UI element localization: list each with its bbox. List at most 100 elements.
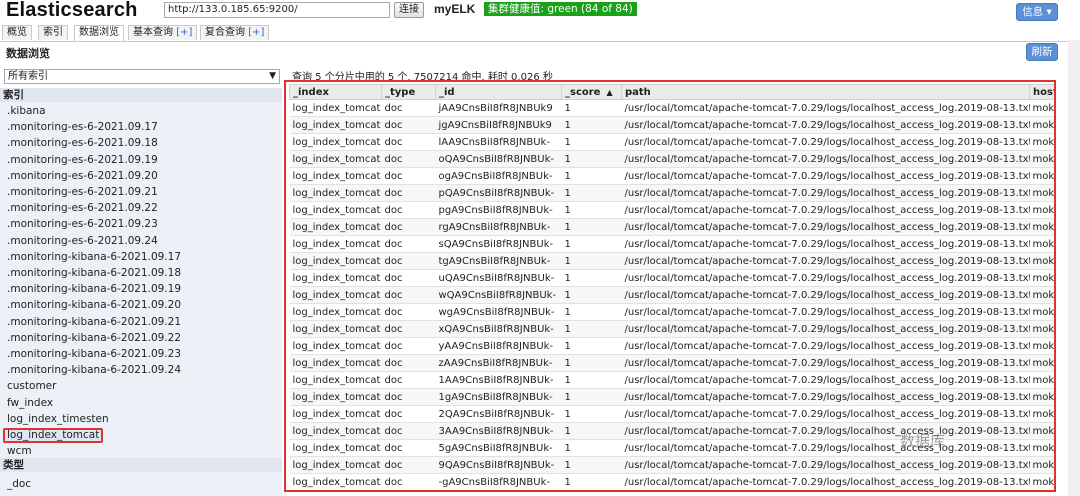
info-dropdown-button[interactable]: 信息 ▾	[1016, 3, 1058, 21]
table-row[interactable]: log_index_tomcat doc zAA9CnsBiI8fR8JNBUk- 1…	[289, 354, 1054, 372]
table-row[interactable]: log_index_tomcat doc pQA9CnsBiI8fR8JNBUk- 1…	[289, 184, 1054, 202]
index-select[interactable]: 所有索引 ▼	[4, 69, 280, 84]
sidebar-index-item[interactable]: .monitoring-kibana-6-2021.09.19	[7, 282, 181, 296]
cell-id: lAA9CnsBiI8fR8JNBUk-	[435, 133, 562, 151]
table-row[interactable]: log_index_tomcat doc wQA9CnsBiI8fR8JNBUk- 1…	[289, 286, 1054, 304]
table-row[interactable]: log_index_tomcat doc ogA9CnsBiI8fR8JNBUk- 1…	[289, 167, 1054, 185]
cell-path: /usr/local/tomcat/apache-tomcat-7.0.29/l…	[621, 99, 1030, 117]
cell-host: moka	[1029, 320, 1054, 338]
cell-score: 1	[561, 218, 622, 236]
table-row[interactable]: log_index_tomcat doc jgA9CnsBiI8fR8JNBUk9 1…	[289, 116, 1054, 134]
column-header-score[interactable]: _score ▲	[561, 84, 622, 100]
sidebar-index-item[interactable]: .monitoring-es-6-2021.09.24	[7, 234, 158, 248]
table-row[interactable]: log_index_tomcat doc jAA9CnsBiI8fR8JNBUk9 1…	[289, 99, 1054, 117]
table-row[interactable]: log_index_tomcat doc yAA9CnsBiI8fR8JNBUk- 1…	[289, 337, 1054, 355]
cell-index: log_index_tomcat	[289, 252, 382, 270]
table-row[interactable]: log_index_tomcat doc uQA9CnsBiI8fR8JNBUk- 1…	[289, 269, 1054, 287]
table-row[interactable]: log_index_tomcat doc 2QA9CnsBiI8fR8JNBUk- 1…	[289, 405, 1054, 423]
sidebar-index-item[interactable]: .monitoring-kibana-6-2021.09.21	[7, 315, 181, 329]
table-row[interactable]: log_index_tomcat doc lAA9CnsBiI8fR8JNBUk- 1…	[289, 133, 1054, 151]
table-row[interactable]: log_index_tomcat doc sQA9CnsBiI8fR8JNBUk- 1…	[289, 235, 1054, 253]
sidebar-index-item[interactable]: .monitoring-kibana-6-2021.09.18	[7, 266, 181, 280]
table-row[interactable]: log_index_tomcat doc 1gA9CnsBiI8fR8JNBUk- 1…	[289, 388, 1054, 406]
sidebar-index-item[interactable]: log_index_timesten	[7, 412, 109, 426]
sidebar-index-item[interactable]: customer	[7, 379, 56, 393]
sidebar-index-item[interactable]: .kibana	[7, 104, 46, 118]
sidebar-index-item[interactable]: .monitoring-es-6-2021.09.18	[7, 136, 158, 150]
sidebar-index-item[interactable]: .monitoring-kibana-6-2021.09.23	[7, 347, 181, 361]
cell-index: log_index_tomcat	[289, 150, 382, 168]
table-row[interactable]: log_index_tomcat doc 1AA9CnsBiI8fR8JNBUk- 1…	[289, 371, 1054, 389]
cluster-name: myELK	[434, 2, 476, 16]
sidebar-index-item[interactable]: .monitoring-kibana-6-2021.09.20	[7, 298, 181, 312]
cell-host: moka	[1029, 422, 1054, 440]
column-header-path[interactable]: path	[621, 84, 1030, 100]
sidebar-index-item[interactable]: .monitoring-es-6-2021.09.17	[7, 120, 158, 134]
sidebar-index-item[interactable]: .monitoring-es-6-2021.09.23	[7, 217, 158, 231]
cell-path: /usr/local/tomcat/apache-tomcat-7.0.29/l…	[621, 252, 1030, 270]
column-header-type[interactable]: _type	[381, 84, 436, 100]
tab-basic-query[interactable]: 基本查询 [+]	[128, 25, 198, 40]
cell-score: 1	[561, 201, 622, 219]
tab-label: 索引	[43, 27, 63, 38]
table-row[interactable]: log_index_tomcat doc tgA9CnsBiI8fR8JNBUk- 1…	[289, 252, 1054, 270]
tab-data-browse[interactable]: 数据浏览	[74, 25, 124, 41]
page-scrollbar[interactable]	[1068, 40, 1080, 496]
cell-score: 1	[562, 491, 622, 493]
table-row[interactable]: log_index_tomcat doc oQA9CnsBiI8fR8JNBUk- 1…	[289, 150, 1054, 168]
table-row[interactable]: log_index_tomcat doc wgA9CnsBiI8fR8JNBUk- 1…	[289, 303, 1054, 321]
cell-type: doc	[381, 371, 436, 389]
sidebar-index-item[interactable]: .monitoring-kibana-6-2021.09.22	[7, 331, 181, 345]
table-row[interactable]: log_index_tomcatdoc_QA9CnsBiI8fR8JNBUk-1…	[290, 491, 1057, 493]
cell-id: rgA9CnsBiI8fR8JNBUk-	[435, 218, 562, 236]
cell-type: doc	[381, 354, 436, 372]
column-header-host[interactable]: host	[1029, 84, 1054, 100]
sidebar-type-item[interactable]: _doc	[7, 477, 31, 491]
url-input[interactable]: http://133.0.185.65:9200/	[164, 2, 390, 18]
sidebar-index-item[interactable]: .monitoring-es-6-2021.09.21	[7, 185, 158, 199]
table-row[interactable]: log_index_tomcat doc -gA9CnsBiI8fR8JNBUk- 1…	[289, 473, 1054, 490]
watermark-text: 数据库	[900, 432, 946, 450]
cell-path: /usr/local/tomcat/apache-tomcat-7.0.29/l…	[621, 150, 1030, 168]
cell-path: /usr/local/tomcat/apache-tomcat-7.0.29/l…	[621, 286, 1030, 304]
cell-type: doc	[381, 201, 436, 219]
cell-id: sQA9CnsBiI8fR8JNBUk-	[435, 235, 562, 253]
table-row[interactable]: log_index_tomcat doc rgA9CnsBiI8fR8JNBUk- 1…	[289, 218, 1054, 236]
cell-index: log_index_tomcat	[289, 405, 382, 423]
sidebar-index-item[interactable]: .monitoring-es-6-2021.09.19	[7, 153, 158, 167]
cell-path: /usr/local/tomcat/apache-tomcat-7.0.29/l…	[621, 184, 1030, 202]
connect-button[interactable]: 连接	[394, 2, 424, 18]
cell-index: log_index_tomcat	[289, 456, 382, 474]
cell-id: -gA9CnsBiI8fR8JNBUk-	[435, 473, 562, 490]
sidebar-index-item[interactable]: .monitoring-es-6-2021.09.20	[7, 169, 158, 183]
cell-type: doc	[381, 320, 436, 338]
sidebar-index-item[interactable]: log_index_tomcat	[3, 428, 104, 443]
cell-path: /usr/local/tomcat/apache-tomcat-7.0.29/l…	[621, 303, 1030, 321]
cell-id: _QA9CnsBiI8fR8JNBUk-	[436, 491, 562, 493]
table-row[interactable]: log_index_tomcat doc 9QA9CnsBiI8fR8JNBUk- 1…	[289, 456, 1054, 474]
table-row[interactable]: log_index_tomcat doc xQA9CnsBiI8fR8JNBUk- 1…	[289, 320, 1054, 338]
cell-score: 1	[561, 167, 622, 185]
cell-path: /usr/local/tomcat/apache-tomcat-7.0.29/l…	[621, 388, 1030, 406]
refresh-button[interactable]: 刷新	[1026, 43, 1058, 61]
sidebar-index-item[interactable]: fw_index	[7, 396, 53, 410]
sidebar-index-item[interactable]: .monitoring-es-6-2021.09.22	[7, 201, 158, 215]
tab-overview[interactable]: 概览	[2, 25, 32, 40]
cell-index: log_index_tomcat	[289, 116, 382, 134]
cell-score: 1	[561, 354, 622, 372]
cell-path: /usr/local/tomcat/apache-tomcat-7.0.29/l…	[621, 235, 1030, 253]
sidebar-index-item[interactable]: wcm	[7, 444, 32, 458]
cell-host: moka	[1029, 269, 1054, 287]
cell-path: /usr/local/tomcat/apache-tomcat-7.0.29/l…	[621, 320, 1030, 338]
tab-compound-query[interactable]: 复合查询 [+]	[200, 25, 270, 40]
cell-index: log_index_tomcat	[289, 218, 382, 236]
table-row[interactable]: log_index_tomcat doc pgA9CnsBiI8fR8JNBUk- 1…	[289, 201, 1054, 219]
cell-index: log_index_tomcat	[289, 371, 382, 389]
sidebar-index-item[interactable]: .monitoring-kibana-6-2021.09.24	[7, 363, 181, 377]
column-header-id[interactable]: _id	[435, 84, 562, 100]
tab-indices[interactable]: 索引	[38, 25, 68, 40]
column-header-index[interactable]: _index	[289, 84, 382, 100]
cell-host: moka	[1029, 116, 1054, 134]
sidebar-index-item[interactable]: .monitoring-kibana-6-2021.09.17	[7, 250, 181, 264]
cell-index: log_index_tomcat	[290, 491, 382, 493]
